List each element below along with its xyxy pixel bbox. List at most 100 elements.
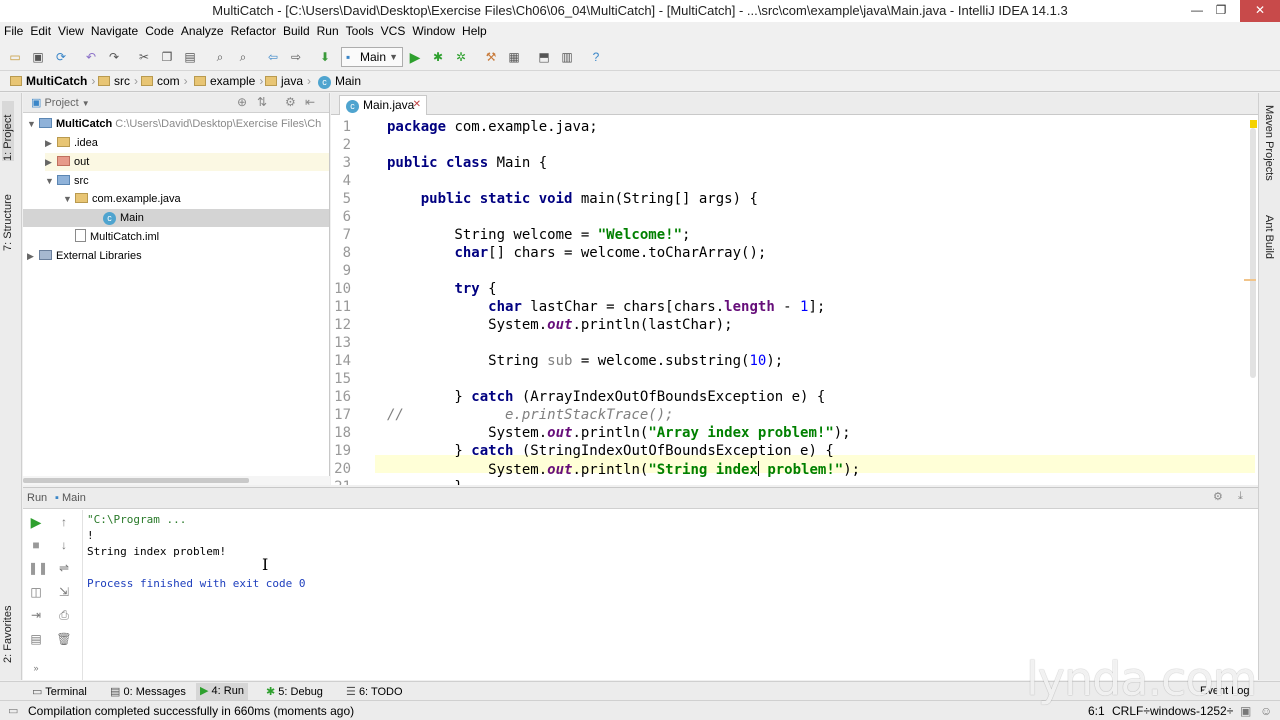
- debug-icon[interactable]: ✱: [429, 48, 447, 66]
- paste-icon[interactable]: ▤: [181, 48, 199, 66]
- breadcrumb-item[interactable]: example ›: [194, 74, 263, 88]
- back-icon[interactable]: ⇦: [264, 48, 282, 66]
- android-icon[interactable]: ▥: [558, 48, 576, 66]
- breadcrumb-item[interactable]: MultiCatch ›: [10, 74, 95, 88]
- cut-icon[interactable]: ✂: [135, 48, 153, 66]
- open-folder-icon[interactable]: ▭: [6, 48, 24, 66]
- menu-help[interactable]: Help: [458, 22, 490, 38]
- line-number: 3: [342, 155, 351, 171]
- dump-threads-icon[interactable]: ◫: [28, 584, 44, 600]
- chevron-right-icon: ›: [183, 74, 188, 88]
- save-icon[interactable]: ▣: [29, 48, 47, 66]
- run-panel-header: Run ▪ Main ⚙ ⤓: [23, 488, 1258, 509]
- scroll-to-end-icon[interactable]: ⇲: [56, 584, 72, 600]
- forward-icon[interactable]: ⇨: [287, 48, 305, 66]
- close-tab-icon[interactable]: ✕: [413, 96, 421, 114]
- warning-marker[interactable]: [1244, 279, 1256, 281]
- breadcrumb-item[interactable]: java ›: [265, 74, 311, 88]
- status-toggle-icon[interactable]: ▭: [8, 704, 18, 717]
- tab-ant-build[interactable]: Ant Build: [1263, 215, 1275, 275]
- tree-item-external-libraries[interactable]: ▶ External Libraries: [27, 247, 142, 265]
- find-icon[interactable]: ⌕: [211, 48, 229, 66]
- replace-icon[interactable]: ⌕: [234, 48, 252, 66]
- menu-vcs[interactable]: VCS: [377, 22, 409, 38]
- code-line: } catch (StringIndexOutOfBoundsException…: [387, 443, 834, 459]
- menu-window[interactable]: Window: [408, 22, 458, 38]
- stop-icon[interactable]: ■: [28, 537, 44, 553]
- tree-item-package[interactable]: ▼ com.example.java: [63, 190, 181, 208]
- collapse-all-icon[interactable]: ⇅: [257, 95, 267, 109]
- menu-refactor[interactable]: Refactor: [227, 22, 279, 38]
- inspector-icon[interactable]: ☺: [1260, 704, 1272, 718]
- tab-todo[interactable]: ☰ 6: TODO: [346, 685, 403, 698]
- gear-icon[interactable]: ⚙: [1213, 490, 1223, 503]
- lock-icon[interactable]: ▣: [1240, 704, 1251, 718]
- tree-item-idea[interactable]: ▶ .idea: [45, 134, 98, 152]
- copy-icon[interactable]: ❐: [158, 48, 176, 66]
- scroll-down-icon[interactable]: ↓: [56, 537, 72, 553]
- make-project-icon[interactable]: ⬇: [316, 48, 334, 66]
- analysis-status-icon[interactable]: [1250, 120, 1257, 128]
- menu-file[interactable]: File: [0, 22, 26, 38]
- close-button[interactable]: ✕: [1240, 0, 1280, 22]
- project-structure-icon[interactable]: ▦: [505, 48, 523, 66]
- run-config-select[interactable]: ▪ Main ▼: [341, 47, 403, 67]
- tab-structure[interactable]: 7: Structure: [2, 181, 14, 251]
- tree-item-out[interactable]: ▶ out: [45, 153, 329, 171]
- line-separator[interactable]: CRLF÷: [1112, 704, 1150, 718]
- editor-tab-main[interactable]: c Main.java ✕: [339, 95, 427, 115]
- tab-run[interactable]: ▶ 4: Run: [196, 683, 248, 700]
- sdk-icon[interactable]: ⬒: [535, 48, 553, 66]
- tab-project[interactable]: 1: Project: [2, 101, 14, 161]
- tab-debug[interactable]: ✱ 5: Debug: [266, 685, 323, 698]
- redo-icon[interactable]: ↷: [105, 48, 123, 66]
- tab-favorites[interactable]: 2: Favorites: [2, 593, 14, 663]
- help-icon[interactable]: ?: [587, 48, 605, 66]
- tree-item-root[interactable]: ▼ MultiCatch C:\Users\David\Desktop\Exerc…: [27, 115, 321, 133]
- project-view-select[interactable]: ▣ Project ▼: [31, 96, 90, 109]
- breadcrumb-item[interactable]: c Main: [318, 74, 361, 89]
- tree-item-main[interactable]: c Main: [23, 209, 329, 227]
- project-horizontal-scrollbar[interactable]: [23, 476, 330, 485]
- tab-maven-projects[interactable]: Maven Projects: [1263, 105, 1275, 195]
- pause-icon[interactable]: ❚❚: [28, 560, 48, 576]
- tab-messages[interactable]: ▤ 0: Messages: [110, 685, 186, 698]
- clear-all-icon[interactable]: 🗑: [56, 631, 72, 647]
- tree-item-src[interactable]: ▼ src: [45, 172, 89, 190]
- scrollbar-thumb[interactable]: [1250, 128, 1256, 378]
- breadcrumb-item[interactable]: com ›: [141, 74, 188, 88]
- file-encoding[interactable]: windows-1252÷: [1150, 704, 1233, 718]
- maximize-button[interactable]: ❐: [1206, 0, 1236, 22]
- menu-run[interactable]: Run: [313, 22, 342, 38]
- hide-panel-icon[interactable]: ⇤: [305, 95, 315, 109]
- soft-wrap-icon[interactable]: ⇌: [56, 560, 72, 576]
- gear-icon[interactable]: ⚙: [285, 95, 296, 109]
- menu-tools[interactable]: Tools: [342, 22, 377, 38]
- print-icon[interactable]: ⎙: [56, 607, 72, 623]
- caret-position[interactable]: 6:1: [1088, 704, 1105, 718]
- menu-view[interactable]: View: [54, 22, 87, 38]
- menu-edit[interactable]: Edit: [26, 22, 54, 38]
- menu-code[interactable]: Code: [141, 22, 177, 38]
- menu-navigate[interactable]: Navigate: [87, 22, 141, 38]
- coverage-icon[interactable]: ✲: [452, 48, 470, 66]
- layout-icon[interactable]: ▤: [28, 631, 44, 647]
- editor-vertical-scrollbar[interactable]: [1244, 116, 1258, 485]
- rerun-icon[interactable]: ▶: [28, 514, 44, 530]
- tab-terminal[interactable]: ▭ Terminal: [32, 685, 87, 698]
- settings-icon[interactable]: ⚒: [482, 48, 500, 66]
- scroll-up-icon[interactable]: ↑: [56, 514, 72, 530]
- scroll-from-source-icon[interactable]: ⊕: [237, 95, 247, 109]
- more-icon[interactable]: »: [28, 660, 44, 676]
- run-tab-main[interactable]: ▪ Main: [55, 492, 86, 504]
- breadcrumb-item[interactable]: src ›: [98, 74, 138, 88]
- scrollbar-thumb[interactable]: [23, 478, 249, 483]
- exit-icon[interactable]: ⇥: [28, 607, 44, 623]
- run-icon[interactable]: ▶: [406, 48, 424, 66]
- sync-icon[interactable]: ⟳: [52, 48, 70, 66]
- hide-panel-icon[interactable]: ⤓: [1238, 490, 1243, 503]
- menu-analyze[interactable]: Analyze: [177, 22, 227, 38]
- menu-build[interactable]: Build: [279, 22, 313, 38]
- undo-icon[interactable]: ↶: [82, 48, 100, 66]
- tree-item-iml[interactable]: MultiCatch.iml: [63, 228, 159, 246]
